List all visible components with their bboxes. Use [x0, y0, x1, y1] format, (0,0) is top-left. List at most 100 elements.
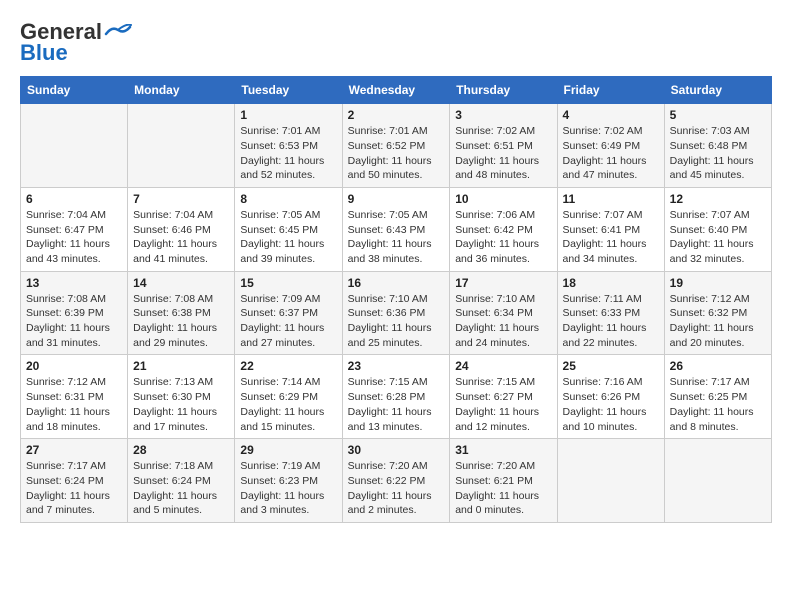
- day-number: 15: [240, 276, 336, 290]
- weekday-header: Saturday: [664, 77, 771, 104]
- calendar-cell: 24Sunrise: 7:15 AM Sunset: 6:27 PM Dayli…: [450, 355, 557, 439]
- calendar-cell: 2Sunrise: 7:01 AM Sunset: 6:52 PM Daylig…: [342, 104, 450, 188]
- calendar-cell: 3Sunrise: 7:02 AM Sunset: 6:51 PM Daylig…: [450, 104, 557, 188]
- weekday-header: Tuesday: [235, 77, 342, 104]
- calendar-cell: 22 Sunrise: 7:14 AM Sunset: 6:29 PM Dayli…: [235, 355, 342, 439]
- day-number: 28: [133, 443, 229, 457]
- calendar-cell: 25 Sunrise: 7:16 AM Sunset: 6:26 PM Dayli…: [557, 355, 664, 439]
- day-info: Sunrise: 7:17 AM Sunset: 6:25 PM Dayligh…: [670, 375, 766, 434]
- day-info: Sunrise: 7:07 AM Sunset: 6:41 PM Dayligh…: [563, 208, 659, 267]
- day-number: 27: [26, 443, 122, 457]
- day-info: Sunrise: 7:03 AM Sunset: 6:48 PM Dayligh…: [670, 124, 766, 183]
- day-info: Sunrise: 7:16 AM Sunset: 6:26 PM Dayligh…: [563, 375, 659, 434]
- day-number: 11: [563, 192, 659, 206]
- day-number: 22: [240, 359, 336, 373]
- day-info: Sunrise: 7:19 AM Sunset: 6:23 PM Dayligh…: [240, 459, 336, 518]
- weekday-header: Wednesday: [342, 77, 450, 104]
- calendar-cell: 20 Sunrise: 7:12 AM Sunset: 6:31 PM Dayli…: [21, 355, 128, 439]
- day-number: 4: [563, 108, 659, 122]
- day-number: 2: [348, 108, 445, 122]
- calendar-cell: 16Sunrise: 7:10 AM Sunset: 6:36 PM Dayli…: [342, 271, 450, 355]
- logo-blue-text: Blue: [20, 40, 68, 66]
- day-info: Sunrise: 7:02 AM Sunset: 6:51 PM Dayligh…: [455, 124, 551, 183]
- calendar-cell: 18 Sunrise: 7:11 AM Sunset: 6:33 PM Dayli…: [557, 271, 664, 355]
- day-info: Sunrise: 7:10 AM Sunset: 6:36 PM Dayligh…: [348, 292, 445, 351]
- logo: General Blue: [20, 20, 132, 66]
- calendar-cell: 5 Sunrise: 7:03 AM Sunset: 6:48 PM Daylig…: [664, 104, 771, 188]
- day-info: Sunrise: 7:05 AM Sunset: 6:43 PM Dayligh…: [348, 208, 445, 267]
- day-info: Sunrise: 7:04 AM Sunset: 6:46 PM Dayligh…: [133, 208, 229, 267]
- calendar-week-row: 1 Sunrise: 7:01 AM Sunset: 6:53 PM Daylig…: [21, 104, 772, 188]
- day-info: Sunrise: 7:01 AM Sunset: 6:53 PM Dayligh…: [240, 124, 336, 183]
- calendar-cell: 12 Sunrise: 7:07 AM Sunset: 6:40 PM Dayli…: [664, 187, 771, 271]
- calendar-week-row: 13 Sunrise: 7:08 AM Sunset: 6:39 PM Dayli…: [21, 271, 772, 355]
- calendar-cell: 4 Sunrise: 7:02 AM Sunset: 6:49 PM Daylig…: [557, 104, 664, 188]
- day-number: 18: [563, 276, 659, 290]
- calendar-cell: 19Sunrise: 7:12 AM Sunset: 6:32 PM Dayli…: [664, 271, 771, 355]
- day-info: Sunrise: 7:14 AM Sunset: 6:29 PM Dayligh…: [240, 375, 336, 434]
- weekday-header: Thursday: [450, 77, 557, 104]
- calendar-cell: 14 Sunrise: 7:08 AM Sunset: 6:38 PM Dayli…: [128, 271, 235, 355]
- day-number: 20: [26, 359, 122, 373]
- day-number: 14: [133, 276, 229, 290]
- day-number: 26: [670, 359, 766, 373]
- calendar-cell: 6Sunrise: 7:04 AM Sunset: 6:47 PM Daylig…: [21, 187, 128, 271]
- calendar-cell: 15 Sunrise: 7:09 AM Sunset: 6:37 PM Dayli…: [235, 271, 342, 355]
- day-info: Sunrise: 7:10 AM Sunset: 6:34 PM Dayligh…: [455, 292, 551, 351]
- calendar-cell: 23 Sunrise: 7:15 AM Sunset: 6:28 PM Dayli…: [342, 355, 450, 439]
- day-info: Sunrise: 7:15 AM Sunset: 6:28 PM Dayligh…: [348, 375, 445, 434]
- day-number: 29: [240, 443, 336, 457]
- day-number: 19: [670, 276, 766, 290]
- weekday-header: Monday: [128, 77, 235, 104]
- day-number: 21: [133, 359, 229, 373]
- day-number: 23: [348, 359, 445, 373]
- day-info: Sunrise: 7:20 AM Sunset: 6:21 PM Dayligh…: [455, 459, 551, 518]
- calendar-cell: 1 Sunrise: 7:01 AM Sunset: 6:53 PM Daylig…: [235, 104, 342, 188]
- day-info: Sunrise: 7:07 AM Sunset: 6:40 PM Dayligh…: [670, 208, 766, 267]
- day-number: 5: [670, 108, 766, 122]
- calendar-cell: [557, 439, 664, 523]
- day-info: Sunrise: 7:06 AM Sunset: 6:42 PM Dayligh…: [455, 208, 551, 267]
- day-info: Sunrise: 7:08 AM Sunset: 6:39 PM Dayligh…: [26, 292, 122, 351]
- weekday-header: Friday: [557, 77, 664, 104]
- calendar-cell: [128, 104, 235, 188]
- day-number: 12: [670, 192, 766, 206]
- day-info: Sunrise: 7:11 AM Sunset: 6:33 PM Dayligh…: [563, 292, 659, 351]
- calendar-cell: 28Sunrise: 7:18 AM Sunset: 6:24 PM Dayli…: [128, 439, 235, 523]
- calendar-cell: 7Sunrise: 7:04 AM Sunset: 6:46 PM Daylig…: [128, 187, 235, 271]
- calendar-cell: 21 Sunrise: 7:13 AM Sunset: 6:30 PM Dayli…: [128, 355, 235, 439]
- day-number: 13: [26, 276, 122, 290]
- calendar-cell: [21, 104, 128, 188]
- calendar-cell: 8 Sunrise: 7:05 AM Sunset: 6:45 PM Daylig…: [235, 187, 342, 271]
- calendar-cell: [664, 439, 771, 523]
- day-info: Sunrise: 7:09 AM Sunset: 6:37 PM Dayligh…: [240, 292, 336, 351]
- calendar-table: SundayMondayTuesdayWednesdayThursdayFrid…: [20, 76, 772, 523]
- calendar-cell: 10Sunrise: 7:06 AM Sunset: 6:42 PM Dayli…: [450, 187, 557, 271]
- calendar-week-row: 27 Sunrise: 7:17 AM Sunset: 6:24 PM Dayli…: [21, 439, 772, 523]
- calendar-cell: 11 Sunrise: 7:07 AM Sunset: 6:41 PM Dayli…: [557, 187, 664, 271]
- calendar-cell: 31Sunrise: 7:20 AM Sunset: 6:21 PM Dayli…: [450, 439, 557, 523]
- calendar-cell: 27 Sunrise: 7:17 AM Sunset: 6:24 PM Dayli…: [21, 439, 128, 523]
- calendar-cell: 17 Sunrise: 7:10 AM Sunset: 6:34 PM Dayli…: [450, 271, 557, 355]
- logo-bird-icon: [104, 24, 132, 42]
- day-number: 17: [455, 276, 551, 290]
- day-number: 24: [455, 359, 551, 373]
- calendar-week-row: 20 Sunrise: 7:12 AM Sunset: 6:31 PM Dayli…: [21, 355, 772, 439]
- day-info: Sunrise: 7:20 AM Sunset: 6:22 PM Dayligh…: [348, 459, 445, 518]
- day-number: 9: [348, 192, 445, 206]
- day-number: 1: [240, 108, 336, 122]
- day-info: Sunrise: 7:17 AM Sunset: 6:24 PM Dayligh…: [26, 459, 122, 518]
- page-header: General Blue: [20, 20, 772, 66]
- day-number: 25: [563, 359, 659, 373]
- day-info: Sunrise: 7:05 AM Sunset: 6:45 PM Dayligh…: [240, 208, 336, 267]
- day-info: Sunrise: 7:12 AM Sunset: 6:31 PM Dayligh…: [26, 375, 122, 434]
- day-number: 30: [348, 443, 445, 457]
- calendar-cell: 29 Sunrise: 7:19 AM Sunset: 6:23 PM Dayli…: [235, 439, 342, 523]
- day-number: 8: [240, 192, 336, 206]
- calendar-cell: 9 Sunrise: 7:05 AM Sunset: 6:43 PM Daylig…: [342, 187, 450, 271]
- day-info: Sunrise: 7:04 AM Sunset: 6:47 PM Dayligh…: [26, 208, 122, 267]
- day-info: Sunrise: 7:13 AM Sunset: 6:30 PM Dayligh…: [133, 375, 229, 434]
- calendar-week-row: 6Sunrise: 7:04 AM Sunset: 6:47 PM Daylig…: [21, 187, 772, 271]
- day-info: Sunrise: 7:08 AM Sunset: 6:38 PM Dayligh…: [133, 292, 229, 351]
- day-info: Sunrise: 7:02 AM Sunset: 6:49 PM Dayligh…: [563, 124, 659, 183]
